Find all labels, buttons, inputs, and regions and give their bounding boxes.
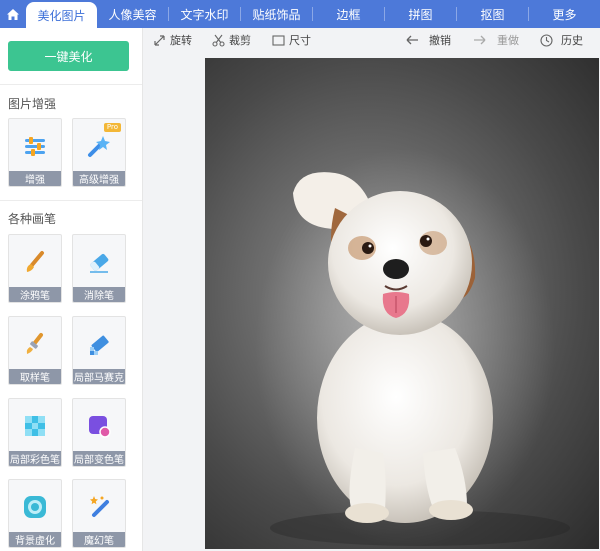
tool-background-blur[interactable]: 背景虚化 bbox=[8, 479, 62, 548]
undo-arrow-icon bbox=[406, 35, 418, 45]
canvas-area[interactable] bbox=[143, 52, 600, 551]
tool-label: 取样笔 bbox=[9, 369, 61, 384]
eraser-icon bbox=[73, 235, 125, 288]
color-grid-icon bbox=[9, 399, 61, 452]
size-label: 尺寸 bbox=[289, 34, 311, 47]
clock-icon bbox=[540, 33, 553, 47]
paint-brush-icon bbox=[9, 235, 61, 288]
tool-label: 魔幻笔 bbox=[73, 532, 125, 547]
blur-icon bbox=[9, 480, 61, 533]
tab-portrait[interactable]: 人像美容 bbox=[97, 0, 168, 28]
tool-label: 局部彩色笔 bbox=[9, 451, 61, 466]
history-label: 历史 bbox=[561, 34, 583, 47]
tool-label: 背景虚化 bbox=[9, 532, 61, 547]
tab-beautify[interactable]: 美化图片 bbox=[26, 2, 97, 28]
tool-advanced-enhance[interactable]: Pro 高级增强 bbox=[72, 118, 126, 187]
size-icon bbox=[272, 34, 285, 46]
tool-local-mosaic[interactable]: 局部马赛克 bbox=[72, 316, 126, 385]
top-tab-bar: 美化图片 人像美容 文字水印 贴纸饰品 边框 拼图 抠图 更多 bbox=[0, 0, 600, 28]
tab-collage[interactable]: 拼图 bbox=[385, 0, 456, 28]
undo-label: 撤销 bbox=[429, 34, 451, 47]
rotate-button[interactable]: 旋转 bbox=[153, 28, 192, 52]
brush-section-title: 各种画笔 bbox=[8, 212, 57, 226]
tool-label: 涂鸦笔 bbox=[9, 287, 61, 302]
home-button[interactable] bbox=[0, 0, 26, 28]
tool-label: 消除笔 bbox=[73, 287, 125, 302]
tool-eraser-pen[interactable]: 消除笔 bbox=[72, 234, 126, 303]
size-button[interactable]: 尺寸 bbox=[272, 28, 311, 52]
tab-cutout[interactable]: 抠图 bbox=[457, 0, 528, 28]
home-icon bbox=[7, 8, 19, 20]
tool-enhance[interactable]: 增强 bbox=[8, 118, 62, 187]
dog-image bbox=[255, 148, 570, 548]
crop-button[interactable]: 裁剪 bbox=[212, 28, 251, 52]
rotate-icon bbox=[154, 34, 165, 46]
divider bbox=[0, 84, 142, 85]
tool-sample-pen[interactable]: 取样笔 bbox=[8, 316, 62, 385]
magic-pen-icon bbox=[73, 480, 125, 533]
one-key-beautify-button[interactable]: 一键美化 bbox=[8, 41, 129, 71]
rotate-label: 旋转 bbox=[170, 34, 192, 47]
tool-label: 局部变色笔 bbox=[73, 451, 125, 466]
enhance-section-title: 图片增强 bbox=[8, 97, 57, 111]
tab-text-watermark[interactable]: 文字水印 bbox=[169, 0, 240, 28]
edit-toolbar: 旋转 裁剪 尺寸 撤销 重做 历史 bbox=[143, 28, 600, 52]
divider bbox=[0, 200, 142, 201]
tool-magic-pen[interactable]: 魔幻笔 bbox=[72, 479, 126, 548]
tool-label: 高级增强 bbox=[73, 171, 125, 186]
tool-local-color-pen[interactable]: 局部彩色笔 bbox=[8, 398, 62, 467]
tab-border[interactable]: 边框 bbox=[313, 0, 384, 28]
crop-label: 裁剪 bbox=[229, 34, 251, 47]
color-change-icon bbox=[73, 399, 125, 452]
tab-more[interactable]: 更多 bbox=[529, 0, 600, 28]
tool-label: 增强 bbox=[9, 171, 61, 186]
scissors-icon bbox=[212, 34, 225, 47]
mosaic-pen-icon bbox=[73, 317, 125, 370]
redo-button[interactable]: 重做 bbox=[473, 28, 519, 52]
redo-label: 重做 bbox=[497, 34, 519, 47]
pro-badge: Pro bbox=[103, 123, 121, 132]
redo-arrow-icon bbox=[474, 35, 486, 45]
tool-doodle-pen[interactable]: 涂鸦笔 bbox=[8, 234, 62, 303]
sample-brush-icon bbox=[9, 317, 61, 370]
sliders-icon bbox=[9, 119, 61, 172]
undo-button[interactable]: 撤销 bbox=[405, 28, 451, 52]
history-button[interactable]: 历史 bbox=[540, 28, 583, 52]
left-sidebar: 一键美化 图片增强 增强 Pro 高级增强 各种画笔 涂鸦笔 消除笔 取样笔 局… bbox=[0, 28, 143, 551]
tool-label: 局部马赛克 bbox=[73, 369, 125, 384]
tab-stickers[interactable]: 贴纸饰品 bbox=[241, 0, 312, 28]
tool-local-color-change[interactable]: 局部变色笔 bbox=[72, 398, 126, 467]
photo-dog[interactable] bbox=[205, 58, 599, 549]
